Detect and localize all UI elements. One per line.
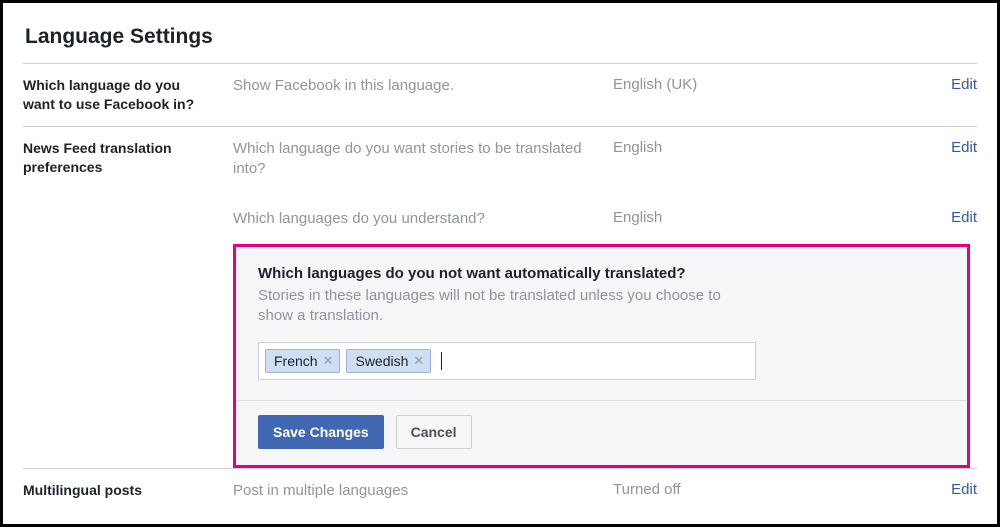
setting-value: English xyxy=(613,209,917,226)
setting-label: Which language do you want to use Facebo… xyxy=(23,76,233,114)
remove-tag-icon[interactable]: ✕ xyxy=(323,353,334,369)
panel-title: Which languages do you not want automati… xyxy=(258,265,945,282)
edit-link[interactable]: Edit xyxy=(951,209,977,226)
setting-description: Show Facebook in this language. xyxy=(233,76,613,96)
page-title: Language Settings xyxy=(25,25,977,49)
no-translate-panel: Which languages do you not want automati… xyxy=(233,244,970,469)
save-changes-button[interactable]: Save Changes xyxy=(258,415,384,449)
setting-description: Which languages do you understand? xyxy=(233,209,613,229)
edit-link[interactable]: Edit xyxy=(951,139,977,156)
remove-tag-icon[interactable]: ✕ xyxy=(413,353,424,369)
setting-label: Multilingual posts xyxy=(23,481,233,500)
language-settings-page: Language Settings Which language do you … xyxy=(0,0,1000,527)
setting-description: Post in multiple languages xyxy=(233,481,613,501)
edit-link[interactable]: Edit xyxy=(951,76,977,93)
setting-value: Turned off xyxy=(613,481,917,498)
cancel-button[interactable]: Cancel xyxy=(396,415,472,449)
panel-subtitle: Stories in these languages will not be t… xyxy=(258,286,758,327)
setting-label: News Feed translation preferences xyxy=(23,139,233,177)
tag-label: French xyxy=(274,353,318,369)
setting-description: Which language do you want stories to be… xyxy=(233,139,613,180)
setting-value: English (UK) xyxy=(613,76,917,93)
edit-link[interactable]: Edit xyxy=(951,481,977,498)
setting-row-multilingual-posts: Multilingual posts Post in multiple lang… xyxy=(23,468,977,513)
tag-label: Swedish xyxy=(355,353,408,369)
language-tag[interactable]: Swedish ✕ xyxy=(346,349,431,373)
setting-row-primary-language: Which language do you want to use Facebo… xyxy=(23,63,977,126)
language-tag-input[interactable]: French ✕ Swedish ✕ xyxy=(258,342,756,380)
language-tag[interactable]: French ✕ xyxy=(265,349,340,373)
setting-row-newsfeed-translation: News Feed translation preferences Which … xyxy=(23,126,977,468)
text-caret xyxy=(441,352,442,370)
setting-value: English xyxy=(613,139,917,156)
